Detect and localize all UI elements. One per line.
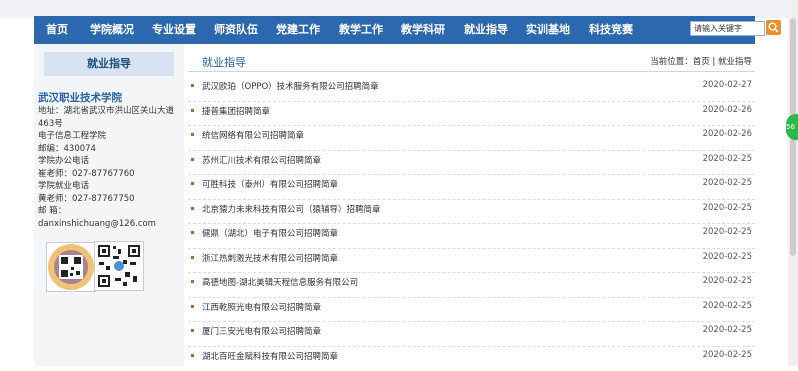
article-title[interactable]: 苏州汇川技术有限公司招聘简章 [202,154,321,166]
article-title[interactable]: 可胜科技（泰州）有限公司招聘简章 [202,178,338,190]
list-item[interactable]: 捷普集团招聘简章 2020-02-26 [188,102,755,127]
list-item[interactable]: 统信网络有限公司招聘简章 2020-02-26 [188,126,755,151]
article-date: 2020-02-25 [703,154,752,164]
bullet-icon [191,280,194,283]
nav-item-research[interactable]: 教学科研 [401,16,445,44]
article-date: 2020-02-25 [703,325,752,335]
sidebar-title: 就业指导 [44,52,174,76]
contact-address: 地址：湖北省武汉市洪山区关山大道 [38,105,184,118]
article-title[interactable]: 武汉欧珀（OPPO）技术服务有限公司招聘简章 [202,80,379,92]
bullet-icon [191,305,194,308]
bullet-icon [191,329,194,332]
search-input[interactable]: 请输入关键字 [690,21,765,36]
article-title[interactable]: 高德地图-湖北美辑天程信息服务有限公司 [202,276,358,288]
bullet-icon [191,231,194,234]
article-date: 2020-02-25 [703,178,752,188]
list-item[interactable]: 高德地图-湖北美辑天程信息服务有限公司 2020-02-25 [188,273,755,298]
article-date: 2020-02-25 [703,227,752,237]
list-item[interactable]: 健鼎（湖北）电子有限公司招聘简章 2020-02-25 [188,224,755,249]
contact-employment-phone: 黄老师：027-87767750 [38,193,184,206]
title-divider [188,71,755,72]
page-title: 就业指导 [202,54,246,70]
org-name: 武汉职业技术学院 [38,92,184,105]
article-title[interactable]: 统信网络有限公司招聘简章 [202,129,304,141]
contact-employment-label: 学院就业电话 [38,180,184,193]
contact-info: 武汉职业技术学院 地址：湖北省武汉市洪山区关山大道 463号 电子信息工程学院 … [38,92,184,230]
nav-item-overview[interactable]: 学院概况 [90,16,134,44]
contact-postcode: 邮编：430074 [38,143,184,156]
article-title[interactable]: 北京猿力未来科技有限公司（猿辅导）招聘简章 [202,203,381,215]
contact-office-phone: 崔老师：027-87767760 [38,168,184,181]
content-area: 就业指导 武汉职业技术学院 地址：湖北省武汉市洪山区关山大道 463号 电子信息… [34,44,755,366]
qr-code-left [46,242,96,292]
article-date: 2020-02-26 [703,105,752,115]
sidebar: 就业指导 武汉职业技术学院 地址：湖北省武汉市洪山区关山大道 463号 电子信息… [34,44,184,366]
article-date: 2020-02-25 [703,203,752,213]
contact-email: 邮 箱：danxinshichuang@126.com [38,205,184,230]
bullet-icon [191,354,194,357]
main-panel: 就业指导 当前位置：首页 | 就业指导 武汉欧珀（OPPO）技术服务有限公司招聘… [188,44,755,366]
bullet-icon [191,84,194,87]
list-item[interactable]: 厦门三安光电有限公司招聘简章 2020-02-25 [188,322,755,347]
article-date: 2020-02-25 [703,301,752,311]
article-date: 2020-02-25 [703,350,752,360]
bullet-icon [191,182,194,185]
search-button[interactable] [766,20,781,35]
article-title[interactable]: 捷普集团招聘简章 [202,105,270,117]
bullet-icon [191,256,194,259]
contact-address-2: 463号 [38,118,184,131]
article-title[interactable]: 厦门三安光电有限公司招聘简章 [202,325,321,337]
article-date: 2020-02-25 [703,276,752,286]
list-item[interactable]: 湖北百旺金赋科技有限公司招聘简章 2020-02-25 [188,347,755,371]
floating-widget[interactable]: 56 [786,114,798,140]
list-item[interactable]: 武汉欧珀（OPPO）技术服务有限公司招聘简章 2020-02-27 [188,77,755,102]
main-nav: 首页 学院概况 专业设置 师资队伍 党建工作 教学工作 教学科研 就业指导 实训… [34,16,755,44]
list-item[interactable]: 江西乾照光电有限公司招聘简章 2020-02-25 [188,298,755,323]
nav-item-employment[interactable]: 就业指导 [464,16,508,44]
article-title[interactable]: 湖北百旺金赋科技有限公司招聘简章 [202,350,338,362]
article-date: 2020-02-26 [703,129,752,139]
nav-item-party[interactable]: 党建工作 [276,16,320,44]
list-item[interactable]: 苏州汇川技术有限公司招聘简章 2020-02-25 [188,151,755,176]
search-icon [766,20,781,35]
article-date: 2020-02-25 [703,252,752,262]
nav-item-training[interactable]: 实训基地 [526,16,570,44]
nav-item-home[interactable]: 首页 [46,16,68,44]
bullet-icon [191,109,194,112]
breadcrumb[interactable]: 当前位置：首页 | 就业指导 [650,55,752,67]
nav-item-majors[interactable]: 专业设置 [152,16,196,44]
list-item[interactable]: 北京猿力未来科技有限公司（猿辅导）招聘简章 2020-02-25 [188,200,755,225]
list-item[interactable]: 浙江热刺激光技术有限公司招聘简章 2020-02-25 [188,249,755,274]
article-title[interactable]: 江西乾照光电有限公司招聘简章 [202,301,321,313]
nav-item-teaching[interactable]: 教学工作 [339,16,383,44]
contact-office-label: 学院办公电话 [38,155,184,168]
article-title[interactable]: 浙江热刺激光技术有限公司招聘简章 [202,252,338,264]
list-item[interactable]: 可胜科技（泰州）有限公司招聘简章 2020-02-25 [188,175,755,200]
nav-item-faculty[interactable]: 师资队伍 [214,16,258,44]
bullet-icon [191,133,194,136]
nav-item-competition[interactable]: 科技竞赛 [589,16,633,44]
article-title[interactable]: 健鼎（湖北）电子有限公司招聘简章 [202,227,338,239]
contact-department: 电子信息工程学院 [38,130,184,143]
bullet-icon [191,158,194,161]
qr-code-right [94,241,144,291]
bullet-icon [191,207,194,210]
article-date: 2020-02-27 [703,80,752,90]
